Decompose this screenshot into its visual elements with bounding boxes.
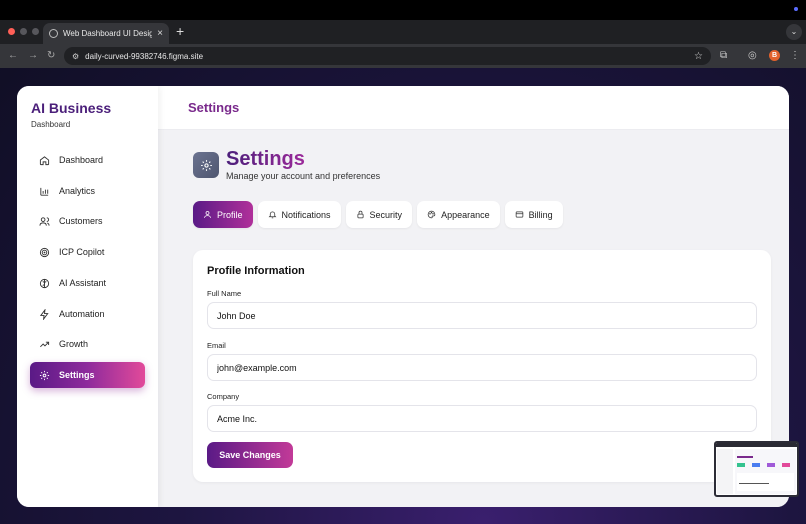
company-field[interactable] — [207, 405, 757, 432]
bookmark-star-icon[interactable]: ☆ — [694, 51, 703, 62]
sidebar-item-icp-copilot[interactable]: ICP Copilot — [30, 239, 145, 265]
tab-billing[interactable]: Billing — [504, 201, 563, 228]
sidebar-item-label: Settings — [59, 370, 95, 380]
url-text: daily-curved-99382746.figma.site — [85, 51, 204, 61]
zap-icon — [39, 308, 49, 320]
sidebar-item-label: Customers — [59, 216, 103, 226]
tab-title: Web Dashboard UI Design — [63, 29, 153, 38]
company-label: Company — [207, 392, 240, 401]
globe-icon — [49, 29, 58, 38]
sidebar-item-analytics[interactable]: Analytics — [30, 178, 145, 204]
tab-appearance[interactable]: Appearance — [417, 201, 500, 228]
sidebar-item-label: Growth — [59, 339, 89, 349]
sidebar-item-label: Dashboard — [59, 155, 104, 165]
address-bar[interactable]: ⚙ daily-curved-99382746.figma.site ☆ — [64, 47, 711, 65]
tab-label: Billing — [528, 209, 553, 220]
tab-search-chevron-icon[interactable]: ⌄ — [786, 24, 802, 40]
tab-label: Appearance — [441, 209, 490, 220]
tab-label: Security — [369, 209, 403, 220]
site-settings-icon[interactable]: ⚙ — [72, 52, 79, 61]
bar-chart-icon — [40, 187, 49, 196]
settings-gear-icon — [193, 152, 219, 178]
profile-card: Profile Information Full Name Email Comp… — [193, 250, 771, 482]
brand-subtitle: Dashboard — [31, 120, 71, 129]
browser-tab[interactable]: Web Dashboard UI Design × — [43, 23, 169, 44]
minimize-window-button[interactable] — [20, 28, 27, 35]
settings-tabs: Profile Notifications Security Appearanc… — [193, 201, 563, 228]
trending-up-icon — [40, 341, 50, 347]
main-header: Settings — [158, 86, 789, 130]
browser-toolbar: ← → ↻ ⚙ daily-curved-99382746.figma.site… — [0, 44, 806, 68]
page-title: Settings — [226, 148, 305, 170]
sidebar-item-customers[interactable]: Customers — [30, 208, 145, 234]
maximize-window-button[interactable] — [32, 28, 39, 35]
tab-notifications[interactable]: Notifications — [257, 201, 341, 228]
back-arrow-icon[interactable]: ← — [8, 49, 18, 63]
header-title: Settings — [188, 100, 240, 115]
users-icon — [39, 216, 50, 226]
tab-label: Profile — [217, 209, 243, 220]
sidebar-item-automation[interactable]: Automation — [30, 301, 145, 327]
bell-icon — [268, 211, 276, 219]
screenshot-preview-thumbnail[interactable] — [714, 441, 799, 497]
new-tab-button[interactable]: + — [176, 23, 184, 39]
close-window-button[interactable] — [8, 28, 15, 35]
tab-label: Notifications — [281, 209, 331, 220]
forward-arrow-icon[interactable]: → — [28, 49, 38, 63]
full-name-label: Full Name — [207, 289, 242, 298]
main-content: Settings Settings Manage your account an… — [158, 86, 789, 507]
brand-title: AI Business — [31, 100, 112, 116]
gear-icon — [39, 370, 50, 380]
sidebar-item-ai-assistant[interactable]: AI Assistant — [30, 270, 145, 296]
tab-security[interactable]: Security — [345, 201, 413, 228]
sidebar-item-label: ICP Copilot — [59, 247, 105, 257]
sidebar-item-dashboard[interactable]: Dashboard — [30, 147, 145, 173]
app-window: AI Business Dashboard Dashboard Analytic… — [17, 86, 789, 507]
sidebar-item-label: Automation — [59, 309, 105, 319]
page-subtitle: Manage your account and preferences — [226, 171, 381, 181]
palette-icon — [427, 210, 436, 219]
email-field[interactable] — [207, 354, 757, 381]
profile-avatar[interactable]: B — [769, 50, 780, 61]
shield-icon[interactable]: ◎ — [748, 49, 757, 63]
sidebar-item-label: AI Assistant — [59, 278, 107, 288]
full-name-field[interactable] — [207, 302, 757, 329]
close-tab-icon[interactable]: × — [157, 28, 163, 39]
email-label: Email — [207, 341, 226, 350]
credit-card-icon — [515, 211, 523, 218]
system-top-strip — [0, 0, 806, 20]
card-title: Profile Information — [207, 265, 305, 277]
home-icon — [39, 155, 50, 165]
indicator-dot — [794, 7, 798, 11]
extensions-icon[interactable]: ⧉ — [720, 49, 727, 63]
kebab-menu-icon[interactable]: ⋮ — [790, 49, 800, 63]
user-icon — [204, 211, 211, 218]
browser-tab-bar: Web Dashboard UI Design × + ⌄ — [0, 20, 806, 44]
sidebar-item-growth[interactable]: Growth — [30, 331, 145, 357]
sidebar: AI Business Dashboard Dashboard Analytic… — [17, 86, 158, 507]
sidebar-item-label: Analytics — [59, 186, 96, 196]
reload-icon[interactable]: ↻ — [47, 49, 55, 63]
lock-icon — [357, 210, 364, 219]
target-icon — [39, 247, 50, 257]
brain-icon — [39, 278, 50, 288]
sidebar-item-settings[interactable]: Settings — [30, 362, 145, 388]
save-changes-button[interactable]: Save Changes — [207, 442, 293, 468]
tab-profile[interactable]: Profile — [193, 201, 253, 228]
